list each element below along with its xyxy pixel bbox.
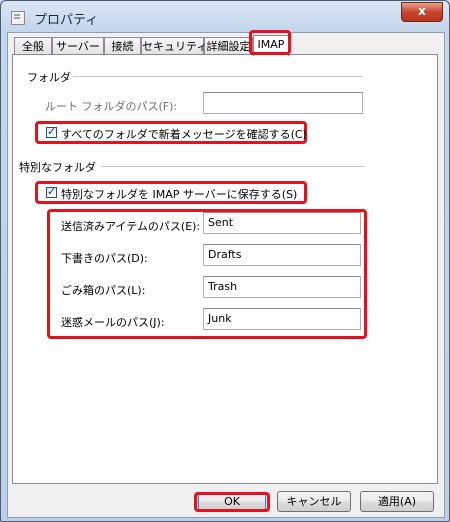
sent-path-input[interactable]: Sent <box>203 212 361 234</box>
tab-security[interactable]: セキュリティ <box>141 37 207 54</box>
tab-servers[interactable]: サーバー <box>52 37 104 54</box>
folders-group-divider <box>73 76 363 77</box>
drafts-path-input[interactable]: Drafts <box>203 244 361 266</box>
special-folders-group-label: 特別なフォルダ <box>19 161 96 174</box>
tab-connection[interactable]: 接続 <box>104 37 141 54</box>
window-title: プロパティ <box>34 13 99 28</box>
check-new-checkbox[interactable] <box>46 125 57 138</box>
tab-general[interactable]: 全般 <box>14 37 52 54</box>
store-special-checkbox[interactable] <box>46 185 57 198</box>
junk-path-label: 迷惑メールのパス(J): <box>61 316 165 329</box>
window-icon <box>11 11 25 25</box>
trash-path-label: ごみ箱のパス(L): <box>61 284 146 297</box>
properties-window: プロパティ x 全般 サーバー 接続 セキュリティ 詳細設定 IMAP フォルダ… <box>0 0 450 522</box>
check-new-label[interactable]: すべてのフォルダで新着メッセージを確認する(C) <box>61 126 307 142</box>
tab-advanced[interactable]: 詳細設定 <box>204 37 253 54</box>
drafts-path-label: 下書きのパス(D): <box>61 252 148 265</box>
folders-group-label: フォルダ <box>27 71 71 84</box>
close-button[interactable]: x <box>401 2 443 22</box>
root-path-input[interactable] <box>203 92 363 114</box>
highlight-ok-button <box>194 492 270 512</box>
special-folders-group-divider <box>101 166 365 167</box>
dialog-body: 全般 サーバー 接続 セキュリティ 詳細設定 IMAP フォルダ ルート フォル… <box>7 30 445 518</box>
imap-tab-panel: フォルダ ルート フォルダのパス(F): すべてのフォルダで新着メッセージを確認… <box>12 54 438 484</box>
highlight-imap-tab <box>249 30 291 55</box>
sent-path-label: 送信済みアイテムのパス(E): <box>61 220 201 233</box>
trash-path-input[interactable]: Trash <box>203 276 361 298</box>
cancel-button[interactable]: キャンセル <box>277 491 351 512</box>
title-bar[interactable]: プロパティ x <box>1 1 449 33</box>
junk-path-input[interactable]: Junk <box>203 308 361 330</box>
store-special-label[interactable]: 特別なフォルダを IMAP サーバーに保存する(S) <box>61 186 297 202</box>
apply-button[interactable]: 適用(A) <box>360 491 434 512</box>
root-path-label: ルート フォルダのパス(F): <box>45 100 178 113</box>
